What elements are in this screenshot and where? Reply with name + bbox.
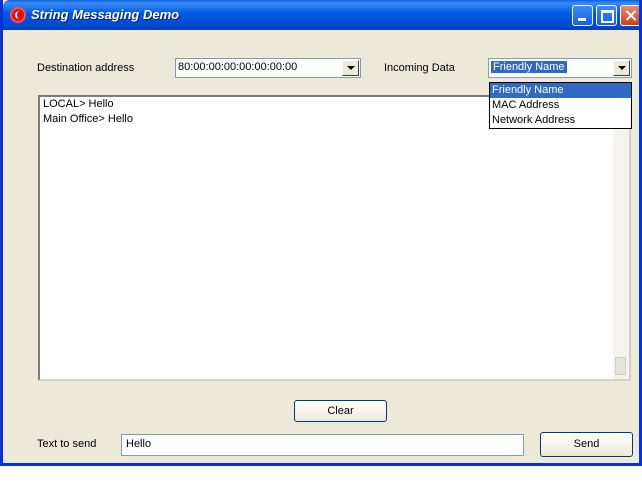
incoming-data-value: Friendly Name — [491, 61, 567, 73]
dropdown-option-mac-address[interactable]: MAC Address — [490, 98, 631, 113]
clear-button[interactable]: Clear — [294, 400, 387, 422]
destination-combo[interactable]: 80:00:00:00:00:00:00:00 — [175, 58, 361, 78]
text-to-send-label: Text to send — [37, 438, 97, 450]
title-bar[interactable]: String Messaging Demo — [3, 0, 639, 30]
close-button[interactable] — [620, 5, 639, 26]
main-window: String Messaging Demo Destination addres… — [0, 0, 642, 466]
chevron-down-icon[interactable] — [342, 60, 359, 76]
maximize-button[interactable] — [596, 5, 617, 26]
message-log[interactable]: LOCAL> Hello Main Office> Hello — [38, 95, 631, 381]
incoming-data-combo[interactable]: Friendly Name — [488, 58, 632, 78]
destination-label: Destination address — [37, 62, 135, 74]
app-icon — [10, 7, 26, 23]
text-to-send-input[interactable] — [126, 438, 487, 450]
incoming-data-label: Incoming Data — [384, 62, 455, 74]
log-line: Main Office> Hello — [43, 113, 133, 125]
log-line: LOCAL> Hello — [43, 98, 114, 110]
destination-value: 80:00:00:00:00:00:00:00 — [178, 61, 298, 73]
minimize-button[interactable] — [572, 5, 593, 26]
vertical-scrollbar[interactable] — [613, 97, 629, 379]
dropdown-option-network-address[interactable]: Network Address — [490, 113, 631, 128]
window-title: String Messaging Demo — [31, 7, 180, 22]
scrollbar-thumb[interactable] — [615, 357, 626, 375]
send-button[interactable]: Send — [540, 432, 633, 457]
text-to-send-field[interactable] — [121, 434, 524, 456]
incoming-data-dropdown-list[interactable]: Friendly Name MAC Address Network Addres… — [489, 82, 632, 129]
dropdown-option-friendly-name[interactable]: Friendly Name — [490, 83, 631, 98]
chevron-down-icon[interactable] — [613, 60, 630, 76]
